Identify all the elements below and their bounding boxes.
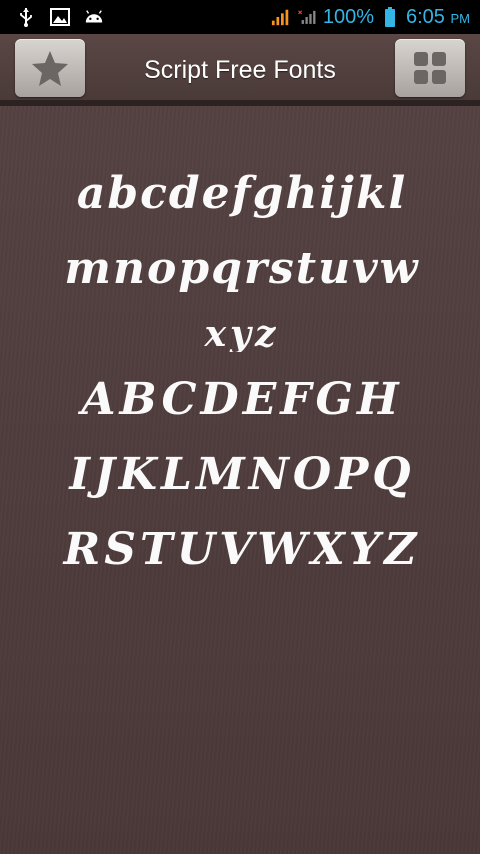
grid-icon bbox=[414, 52, 446, 84]
clock-time: 6:05 bbox=[406, 5, 445, 28]
app-title: Script Free Fonts bbox=[144, 55, 336, 84]
status-bar: 100% 6:05 PM bbox=[0, 0, 480, 34]
font-preview-area: abcdefghijkl mnopqrstuvw xyz ABCDEFGH IJ… bbox=[0, 106, 480, 854]
clock: 6:05 PM bbox=[406, 6, 470, 29]
menu-grid-button[interactable] bbox=[395, 39, 465, 97]
favorites-button[interactable] bbox=[15, 39, 85, 97]
sample-line-lowercase-1: abcdefghijkl bbox=[76, 168, 408, 219]
sample-line-uppercase-3: RSTUVWXYZ bbox=[63, 524, 421, 575]
system-icons: 100% 6:05 PM bbox=[271, 6, 480, 29]
font-sample: abcdefghijkl mnopqrstuvw xyz ABCDEFGH IJ… bbox=[14, 146, 470, 597]
no-signal-icon bbox=[297, 7, 317, 27]
sample-line-uppercase-2: IJKLMNOPQ bbox=[69, 449, 415, 500]
signal-icon bbox=[271, 7, 291, 27]
sample-line-uppercase-1: ABCDEFGH bbox=[81, 374, 403, 425]
clock-ampm: PM bbox=[450, 10, 471, 26]
notification-icons bbox=[0, 7, 104, 27]
sample-line-lowercase-2: mnopqrstuvw bbox=[64, 243, 420, 294]
sample-line-lowercase-3: xyz bbox=[204, 316, 280, 352]
star-icon bbox=[32, 51, 68, 86]
battery-icon bbox=[380, 7, 400, 27]
android-icon bbox=[84, 7, 104, 27]
image-icon bbox=[50, 7, 70, 27]
usb-icon bbox=[16, 7, 36, 27]
battery-percent: 100% bbox=[322, 5, 374, 28]
action-bar: Script Free Fonts bbox=[0, 34, 480, 106]
